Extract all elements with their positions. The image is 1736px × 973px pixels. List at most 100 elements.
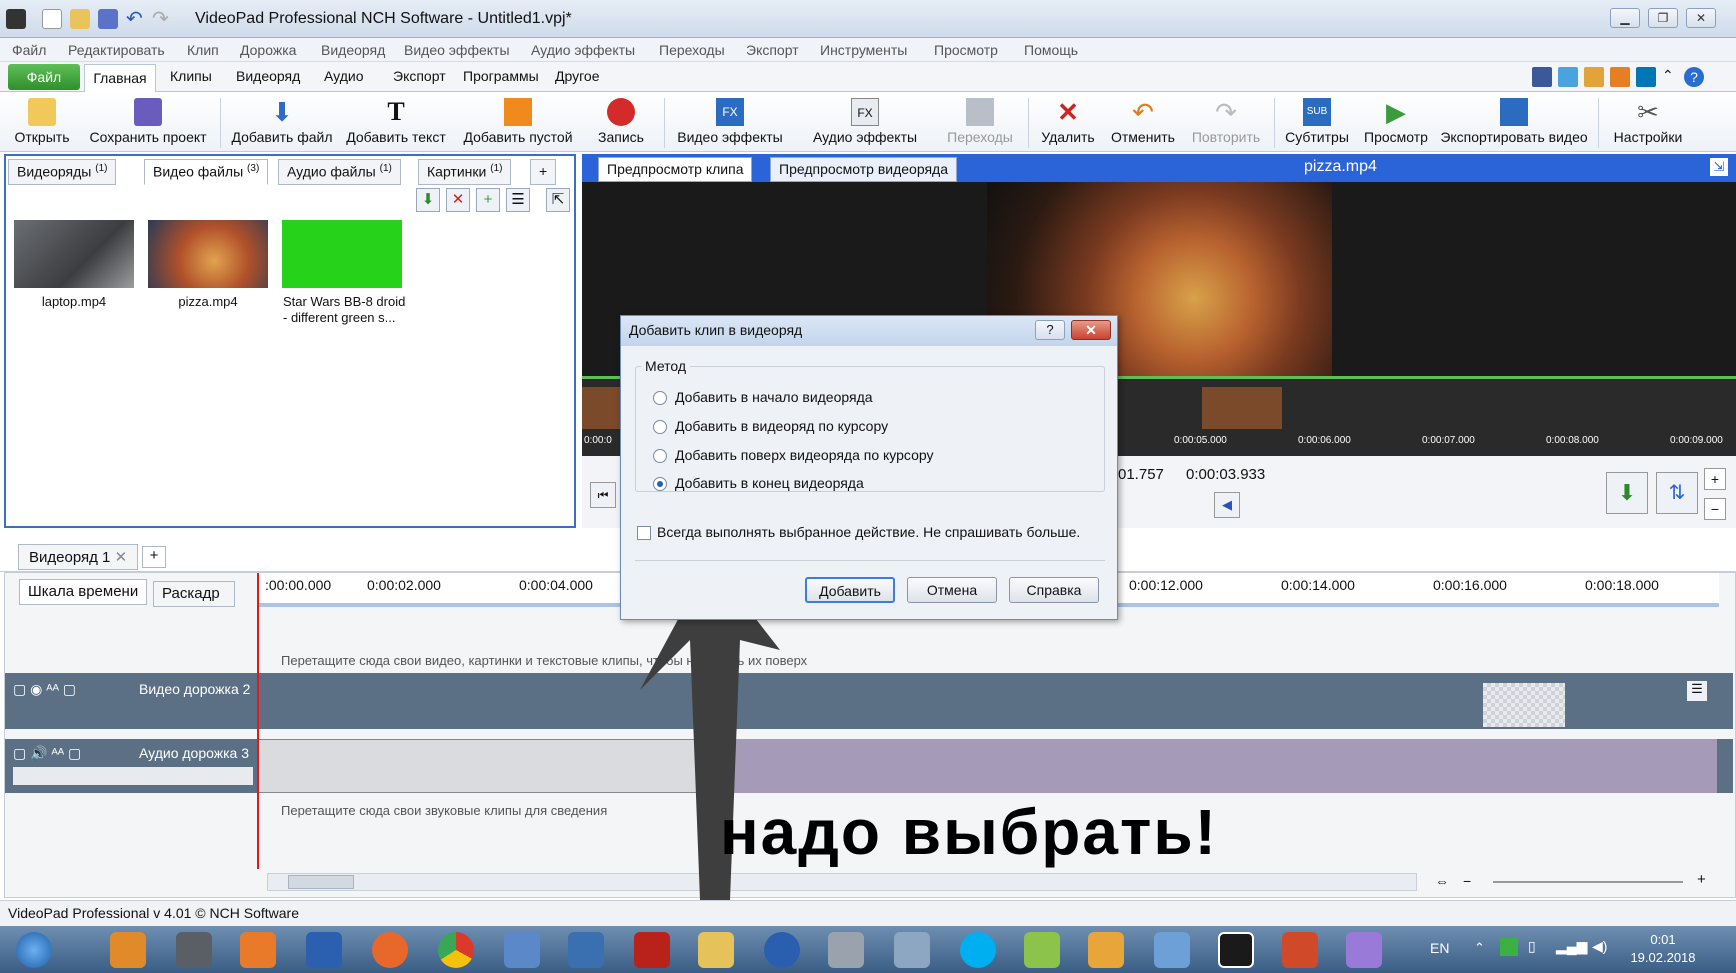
powerpoint-icon[interactable]	[1282, 932, 1318, 968]
record-button[interactable]: Запись	[590, 94, 652, 150]
volume-app-icon[interactable]	[504, 932, 540, 968]
collapse-ribbon-icon[interactable]: ⌃	[1662, 67, 1674, 84]
add-text-button[interactable]: T Добавить текст	[342, 94, 450, 150]
menu-track[interactable]: Дорожка	[240, 42, 296, 58]
restore-button[interactable]: ❐	[1648, 8, 1678, 28]
dialog-close-button[interactable]: ✕	[1071, 320, 1111, 340]
app-icon-2[interactable]	[176, 932, 212, 968]
menu-clip[interactable]: Клип	[187, 42, 219, 58]
menu-video-effects[interactable]: Видео эффекты	[404, 42, 510, 58]
menu-tools[interactable]: Инструменты	[820, 42, 907, 58]
videopad-icon[interactable]	[1218, 932, 1254, 968]
close-tab-icon[interactable]: ✕	[115, 549, 128, 566]
go-to-start-icon[interactable]: ⏮	[590, 482, 616, 508]
place-in-sequence-icon[interactable]: ⬇	[1606, 472, 1648, 514]
radio-overlay-at-cursor-label[interactable]: Добавить поверх видеоряда по курсору	[675, 447, 934, 463]
split-icon[interactable]: ⇅	[1656, 472, 1698, 514]
tab-sequence-1[interactable]: Видеоряд 1 ✕	[18, 544, 139, 570]
save-icon[interactable]	[98, 9, 118, 29]
tab-video-files[interactable]: Видео файлы (3)	[144, 159, 269, 185]
media-player-icon[interactable]	[240, 932, 276, 968]
remove-icon[interactable]: ✕	[446, 188, 470, 212]
radio-add-start[interactable]	[653, 391, 667, 405]
settings-button[interactable]: ✂ Настройки	[1606, 94, 1690, 150]
new-icon[interactable]	[42, 9, 62, 29]
open-button[interactable]: Открыть	[6, 94, 78, 150]
tab-audio[interactable]: Аудио	[324, 68, 364, 84]
language-indicator[interactable]: EN	[1430, 940, 1449, 956]
audio-effects-button[interactable]: FX Аудио эффекты	[806, 94, 924, 150]
twitter-icon[interactable]	[1558, 67, 1578, 87]
clip-thumbnail-laptop[interactable]	[14, 220, 134, 288]
playhead[interactable]	[257, 573, 259, 869]
list-view-icon[interactable]: ☰	[506, 188, 530, 212]
audio-clip-selected[interactable]	[703, 739, 1717, 793]
open-folder-icon[interactable]	[70, 9, 90, 29]
delete-button[interactable]: ✕ Удалить	[1036, 94, 1100, 150]
radio-add-at-cursor-label[interactable]: Добавить в видеоряд по курсору	[675, 418, 888, 434]
radio-add-end[interactable]	[653, 477, 667, 491]
radio-add-end-label[interactable]: Добавить в конец видеоряда	[675, 475, 864, 491]
share-icon[interactable]	[1584, 67, 1604, 87]
undock-preview-icon[interactable]: ⇲	[1710, 158, 1728, 176]
add-file-button[interactable]: ⬇ Добавить файл	[228, 94, 336, 150]
always-checkbox-label[interactable]: Всегда выполнять выбранное действие. Не …	[657, 524, 1080, 540]
radio-overlay-at-cursor[interactable]	[653, 449, 667, 463]
tab-other[interactable]: Другое	[555, 68, 599, 84]
radio-add-at-cursor[interactable]	[653, 420, 667, 434]
audio-clip[interactable]	[257, 739, 703, 793]
track-controls-icons[interactable]: ▢ ◉ ᴬᴬ ▢	[13, 681, 113, 698]
facebook-icon[interactable]	[1532, 67, 1552, 87]
tools-app-icon[interactable]	[894, 932, 930, 968]
set-out-point-icon[interactable]: ◀	[1214, 492, 1240, 518]
add-blank-button[interactable]: Добавить пустой	[460, 94, 576, 150]
menu-help[interactable]: Помощь	[1024, 42, 1078, 58]
tab-sequences[interactable]: Видеоряды (1)	[8, 159, 117, 185]
menu-export[interactable]: Экспорт	[746, 42, 799, 58]
close-window-button[interactable]: ✕	[1686, 8, 1716, 28]
office-icon[interactable]	[110, 932, 146, 968]
menu-file[interactable]: Файл	[12, 42, 46, 58]
menu-view[interactable]: Просмотр	[934, 42, 998, 58]
tab-sequence-preview[interactable]: Предпросмотр видеоряда	[770, 157, 958, 182]
minimize-button[interactable]: ▁	[1610, 8, 1640, 28]
tab-storyboard[interactable]: Раскадр	[153, 581, 235, 607]
preview-button[interactable]: ▶ Просмотр	[1362, 94, 1430, 150]
add-bin-tab-button[interactable]: +	[530, 159, 557, 185]
tray-app-icon[interactable]	[1500, 938, 1518, 956]
linkedin-icon[interactable]	[1636, 67, 1656, 87]
timeline-zoom-out-icon[interactable]: −	[1463, 873, 1471, 889]
overlay-clip[interactable]	[1483, 683, 1565, 727]
network-app-icon[interactable]	[1154, 932, 1190, 968]
tab-home[interactable]: Главная	[84, 64, 156, 93]
video-effects-button[interactable]: FX Видео эффекты	[670, 94, 790, 150]
save-project-button[interactable]: Сохранить проект	[84, 94, 212, 150]
zoom-in-icon[interactable]: +	[1704, 468, 1726, 490]
tab-export[interactable]: Экспорт	[393, 68, 446, 84]
audio-track[interactable]: ▢ 🔊 ᴬᴬ ▢ Аудио дорожка 3	[5, 739, 1733, 793]
menu-audio-effects[interactable]: Аудио эффекты	[531, 42, 635, 58]
chrome-icon[interactable]	[438, 932, 474, 968]
add-to-sequence-icon[interactable]: ⬇	[416, 188, 440, 212]
cancel-button[interactable]: Отмена	[907, 577, 997, 603]
zoom-out-icon[interactable]: −	[1704, 498, 1726, 520]
clip-thumbnail-pizza[interactable]	[148, 220, 268, 288]
clock-time[interactable]: 0:01	[1628, 932, 1698, 947]
menu-sequence[interactable]: Видеоряд	[321, 42, 385, 58]
chart-app-icon[interactable]	[1024, 932, 1060, 968]
tab-file[interactable]: Файл	[8, 64, 80, 90]
subtitles-button[interactable]: SUB Субтитры	[1282, 94, 1352, 150]
python-icon[interactable]	[568, 932, 604, 968]
track-menu-icon[interactable]: ☰	[1687, 681, 1707, 701]
help-button[interactable]: Справка	[1009, 577, 1099, 603]
tab-clips[interactable]: Клипы	[170, 68, 212, 84]
menu-transitions[interactable]: Переходы	[659, 42, 725, 58]
firefox-icon[interactable]	[372, 932, 408, 968]
tab-clip-preview[interactable]: Предпросмотр клипа	[598, 157, 753, 182]
filezilla-icon[interactable]	[634, 932, 670, 968]
always-checkbox[interactable]	[637, 526, 651, 540]
add-button[interactable]: Добавить	[805, 577, 895, 603]
skype-icon[interactable]	[960, 932, 996, 968]
tab-sequence[interactable]: Видеоряд	[236, 68, 300, 84]
explorer-icon[interactable]	[698, 932, 734, 968]
